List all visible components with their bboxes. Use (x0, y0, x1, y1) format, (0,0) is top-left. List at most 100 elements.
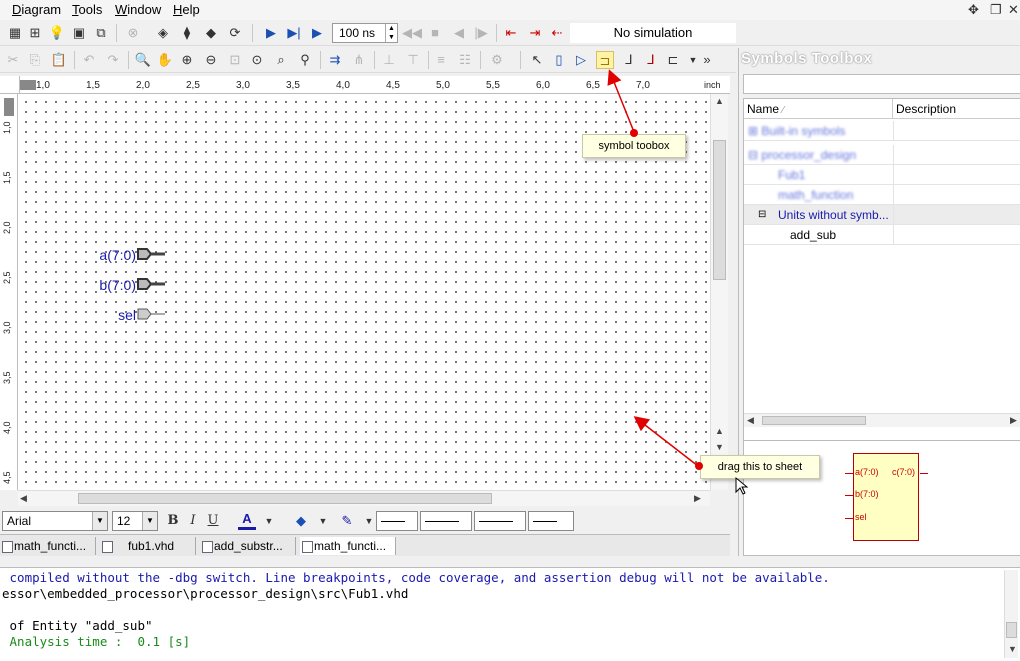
add-sub-symbol[interactable]: a(7:0) b(7:0) sel c(7:0) (845, 453, 928, 541)
distribute-icon[interactable]: ⊤ (404, 51, 422, 69)
symbol-toolbox-button[interactable]: ⊐ (596, 51, 614, 69)
select-pointer-icon[interactable]: ↖ (528, 51, 546, 69)
spin-icon[interactable]: ▲ ▼ (385, 24, 397, 42)
paste-icon[interactable]: 📋 (50, 51, 68, 69)
block-icon[interactable]: ▯ (550, 51, 568, 69)
fill-color-icon[interactable]: ◆ (292, 512, 310, 530)
run-until-icon[interactable]: ▶| (285, 24, 303, 42)
trace-out-icon[interactable]: ⇠ (548, 24, 566, 42)
scroll-thumb[interactable] (1006, 622, 1017, 638)
scroll-thumb[interactable] (78, 493, 492, 504)
scroll-down-icon[interactable]: ▼ (1008, 644, 1017, 654)
menu-help[interactable]: Help (173, 2, 200, 17)
add-net-icon[interactable]: ⋔ (350, 51, 368, 69)
scroll-right-icon[interactable]: ▶ (694, 493, 701, 504)
arrow-end-select[interactable] (528, 511, 574, 531)
scroll-up-icon[interactable]: ▲ (715, 96, 724, 106)
tab-fub1[interactable]: fub1.vhd (100, 537, 196, 555)
line-style-select[interactable] (420, 511, 472, 531)
bus-input-port-icon[interactable] (137, 247, 167, 261)
tab-math-function-2[interactable]: math_functi... (300, 537, 396, 555)
scroll-down-icon[interactable]: ▼ (715, 442, 724, 452)
align-icon[interactable]: ⊥ (380, 51, 398, 69)
font-color-icon[interactable]: A (238, 512, 256, 530)
redo-icon[interactable]: ↷ (104, 51, 122, 69)
zoom-in-icon[interactable]: ⊕ (178, 51, 196, 69)
console-scrollbar[interactable]: ▼ (1004, 570, 1018, 658)
tree-row[interactable]: math_function (744, 185, 1020, 205)
scroll-left-icon[interactable]: ◀ (747, 415, 754, 426)
hand-icon[interactable]: ✋ (156, 51, 174, 69)
chevron-down-icon[interactable]: ▼ (314, 512, 332, 530)
port-label[interactable]: a(7:0) (96, 247, 136, 263)
compile-all-icon[interactable]: ⧫ (178, 24, 196, 42)
tree-row[interactable]: ⊟ Units without symb... (744, 205, 1020, 225)
font-size-select[interactable]: 12 ▼ (112, 511, 158, 531)
zoom-page-icon[interactable]: ⊙ (248, 51, 266, 69)
underline-button[interactable]: U (204, 512, 222, 530)
trace-over-icon[interactable]: ⇥ (526, 24, 544, 42)
scroll-right-icon[interactable]: ▶ (1010, 415, 1017, 426)
tree-row[interactable]: Fub1 (744, 165, 1020, 185)
chevron-down-icon[interactable]: ▼ (142, 512, 157, 530)
compile-library-icon[interactable]: ◆ (202, 24, 220, 42)
column-header-description[interactable]: Description (893, 99, 1020, 119)
arrow-start-select[interactable] (474, 511, 526, 531)
bundle-icon[interactable]: ☷ (456, 51, 474, 69)
column-header-name[interactable]: Name ⁄ (744, 99, 893, 119)
step-back-icon[interactable]: ◀◀ (402, 24, 422, 42)
zoom-out-icon[interactable]: ⊖ (202, 51, 220, 69)
bus-entry-icon[interactable]: ≡ (432, 51, 450, 69)
bus-wire-icon[interactable]: ⅃ (642, 51, 660, 69)
italic-button[interactable]: I (184, 512, 202, 530)
symbol-search-input[interactable] (743, 74, 1020, 94)
step-icon[interactable]: ◀ (450, 24, 468, 42)
input-port-icon[interactable] (137, 307, 167, 321)
chip-icon[interactable]: ▣ (70, 24, 88, 42)
lightbulb-icon[interactable]: 💡 (48, 24, 66, 42)
font-name-select[interactable]: Arial ▼ (2, 511, 108, 531)
tree-row[interactable]: ⊞ Built-in symbols (744, 121, 1020, 141)
menu-diagram[interactable]: Diagram (12, 2, 61, 17)
terminal-icon[interactable]: ⊏ (664, 51, 682, 69)
scroll-up-icon[interactable]: ▲ (715, 426, 724, 436)
stop-icon[interactable]: ■ (426, 24, 444, 42)
trace-into-icon[interactable]: ⇤ (502, 24, 520, 42)
fub-icon[interactable]: ▷ (572, 51, 590, 69)
move-icon[interactable]: ✥ (968, 2, 979, 18)
restore-icon[interactable]: ❐ (990, 2, 1002, 18)
hierarchy-icon[interactable]: ⊞ (26, 24, 44, 42)
run-icon[interactable]: ▶ (262, 24, 280, 42)
chevron-down-icon[interactable]: ▼ (260, 512, 278, 530)
step-over-icon[interactable]: |▶ (472, 24, 490, 42)
tree-row-add-sub[interactable]: add_sub (744, 225, 1020, 245)
cancel-icon[interactable]: ⊗ (124, 24, 142, 42)
wire-icon[interactable]: ⅃ (620, 51, 638, 69)
line-width-select[interactable] (376, 511, 418, 531)
bus-input-port-icon[interactable] (137, 277, 167, 291)
port-label[interactable]: b(7:0) (96, 277, 136, 293)
add-port-icon[interactable]: ⇉ (326, 51, 344, 69)
bold-button[interactable]: B (164, 512, 182, 530)
find-icon[interactable]: ⚲ (296, 51, 314, 69)
close-icon[interactable]: ✕ (1008, 2, 1019, 18)
canvas-horizontal-scrollbar[interactable]: ◀ ▶ (18, 490, 710, 506)
diagram-icon[interactable]: ▦ (6, 24, 24, 42)
zoom-area-icon[interactable]: ⌕ (272, 51, 290, 69)
copy-icon[interactable]: ⎘ (26, 51, 44, 69)
tab-math-function[interactable]: math_functi... (0, 537, 96, 555)
tree-row[interactable]: ⊟ processor_design (744, 145, 1020, 165)
overflow-icon[interactable]: » (698, 51, 716, 69)
menu-tools[interactable]: Tools (72, 2, 102, 17)
canvas-vertical-scrollbar[interactable]: ▲ ▲ ▼ ▼ (710, 94, 728, 490)
zoom-icon[interactable]: 🔍 (134, 51, 152, 69)
menu-window[interactable]: Window (115, 2, 161, 17)
undo-icon[interactable]: ↶ (80, 51, 98, 69)
run-for-icon[interactable]: ▶ (308, 24, 326, 42)
bus-icon[interactable]: ⧉ (92, 24, 110, 42)
chevron-down-icon[interactable]: ▼ (92, 512, 107, 530)
gear-icon[interactable]: ⚙ (488, 51, 506, 69)
tab-add-substr[interactable]: add_substr... (200, 537, 296, 555)
compile-icon[interactable]: ◈ (154, 24, 172, 42)
scroll-left-icon[interactable]: ◀ (20, 493, 27, 504)
